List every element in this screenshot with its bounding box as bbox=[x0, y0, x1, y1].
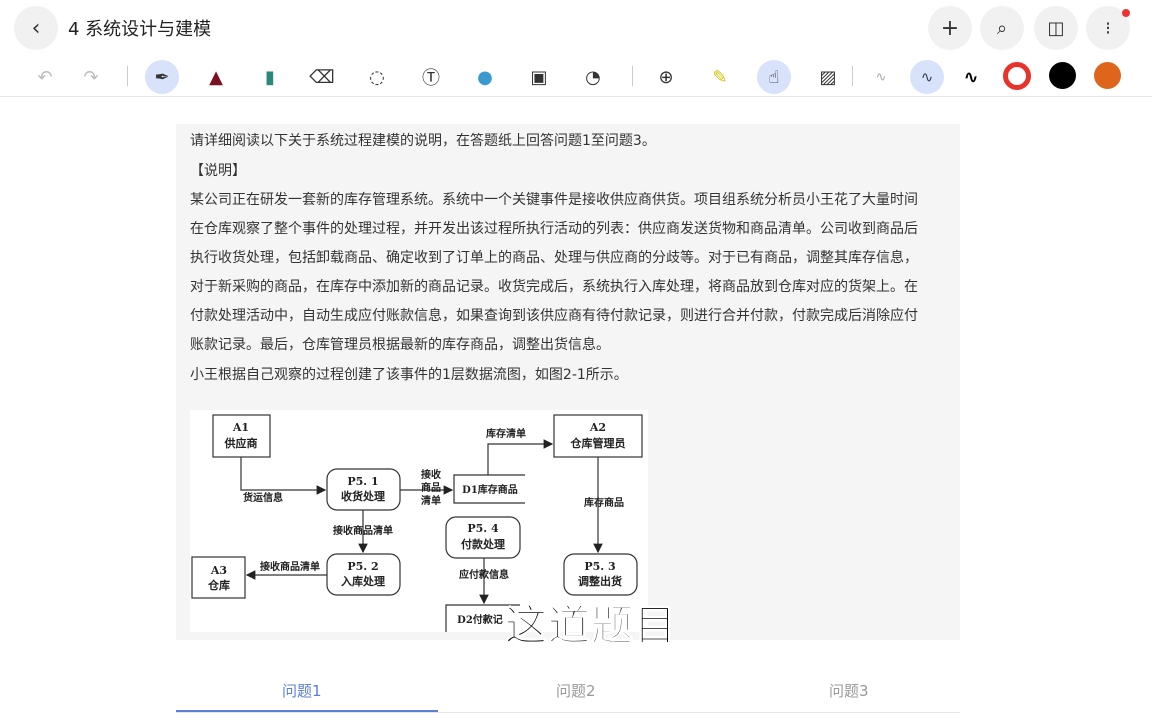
search-icon: ⌕ bbox=[996, 17, 1008, 39]
flow-label: 接收商品清单 bbox=[333, 524, 393, 537]
redo-button[interactable]: ↷ bbox=[74, 60, 108, 94]
p52-name: 入库处理 bbox=[341, 574, 385, 588]
video-subtitle: 这道题目 bbox=[504, 601, 678, 651]
stroke-thick[interactable]: ∿ bbox=[954, 60, 988, 94]
description-line: 账款记录。最后，仓库管理员根据最新的库存商品，调整出货信息。 bbox=[190, 337, 610, 353]
zoom-tool[interactable]: ⊕ bbox=[649, 60, 683, 94]
zoom-in-icon: ⊕ bbox=[658, 66, 674, 88]
stroke-thin-icon: ∿ bbox=[875, 69, 887, 85]
a3-id: A3 bbox=[210, 564, 227, 577]
lasso-icon: ◌ bbox=[369, 66, 385, 88]
flow-label: 商品 bbox=[421, 481, 441, 494]
p53-id: P5. 3 bbox=[584, 560, 615, 573]
flow-label: 库存商品 bbox=[584, 496, 624, 509]
pattern-icon: ▨ bbox=[819, 66, 837, 88]
description-line: 执行收货处理，包括卸载商品、确定收到了订单上的商品、处理与供应商的分歧等。对于已… bbox=[190, 250, 918, 266]
flow-label: 接收商品清单 bbox=[260, 560, 320, 573]
laser-tool[interactable]: ✎ bbox=[703, 60, 737, 94]
add-button[interactable]: + bbox=[928, 6, 972, 50]
p51-id: P5. 1 bbox=[347, 475, 378, 488]
highlighter-tool[interactable]: ▮ bbox=[253, 60, 287, 94]
p53-name: 调整出货 bbox=[578, 574, 622, 588]
tab-question-1[interactable]: 问题1 bbox=[282, 680, 322, 701]
description-line: 小王根据自己观察的过程创建了该事件的1层数据流图，如图2-1所示。 bbox=[190, 367, 628, 383]
marker-icon: ▲ bbox=[209, 66, 223, 88]
d2-label: D2付款记 bbox=[457, 613, 503, 626]
p54-id: P5. 4 bbox=[467, 522, 499, 535]
d1-label: D1库存商品 bbox=[462, 483, 518, 496]
pen-icon: ✒ bbox=[154, 66, 170, 88]
sticker-tool[interactable]: ◔ bbox=[576, 60, 610, 94]
hand-draw-tool[interactable]: ☝ bbox=[757, 60, 791, 94]
text-tool[interactable]: Ⓣ bbox=[414, 60, 448, 94]
search-button[interactable]: ⌕ bbox=[980, 6, 1024, 50]
divider bbox=[852, 66, 853, 86]
sidebar-icon: ◫ bbox=[1047, 17, 1065, 39]
a1-id: A1 bbox=[232, 421, 249, 434]
a3-name: 仓库 bbox=[207, 578, 230, 592]
stroke-thin[interactable]: ∿ bbox=[864, 60, 898, 94]
tab-question-2[interactable]: 问题2 bbox=[556, 680, 596, 701]
image-tool[interactable]: ▣ bbox=[522, 60, 556, 94]
a2-id: A2 bbox=[589, 421, 606, 434]
a2-name: 仓库管理员 bbox=[570, 436, 626, 450]
chevron-left-icon: ‹ bbox=[31, 15, 41, 41]
flow-label: 应付款信息 bbox=[459, 568, 509, 581]
lasso-tool[interactable]: ◌ bbox=[360, 60, 394, 94]
page-title: 4 系统设计与建模 bbox=[68, 19, 212, 40]
eraser-tool[interactable]: ⌫ bbox=[305, 60, 339, 94]
stroke-medium[interactable]: ∿ bbox=[910, 60, 944, 94]
highlighter-icon: ▮ bbox=[265, 66, 275, 88]
tab-question-3[interactable]: 问题3 bbox=[829, 680, 869, 701]
flow-label: 库存清单 bbox=[486, 427, 526, 440]
eraser-icon: ⌫ bbox=[309, 66, 335, 88]
back-button[interactable]: ‹ bbox=[14, 6, 58, 50]
laser-icon: ✎ bbox=[712, 66, 728, 88]
stroke-thick-icon: ∿ bbox=[963, 66, 979, 88]
description-line: 付款处理活动中，自动生成应付账款信息，如果查询到该供应商有待付款记录，则进行合并… bbox=[190, 308, 918, 324]
tab-divider bbox=[176, 712, 960, 713]
undo-icon: ↶ bbox=[37, 66, 53, 88]
color-orange-swatch[interactable] bbox=[1094, 62, 1121, 89]
color-black-swatch[interactable] bbox=[1049, 62, 1076, 89]
divider bbox=[632, 66, 633, 86]
flow-label: 清单 bbox=[421, 494, 441, 507]
text-icon: Ⓣ bbox=[422, 68, 440, 89]
flow-label: 货运信息 bbox=[243, 491, 283, 504]
drawing-toolbar: ↶ ↷ ✒ ▲ ▮ ⌫ ◌ Ⓣ ● ▣ ◔ ⊕ ✎ ☝ ▨ ∿ ∿ ∿ bbox=[0, 56, 1152, 97]
plus-icon: + bbox=[940, 15, 960, 41]
image-icon: ▣ bbox=[530, 66, 548, 88]
color-red-swatch[interactable] bbox=[1003, 62, 1031, 90]
shape-tool[interactable]: ● bbox=[468, 60, 502, 94]
p51-name: 收货处理 bbox=[341, 489, 385, 503]
more-icon: ⁝ bbox=[1105, 17, 1111, 39]
marker-tool[interactable]: ▲ bbox=[199, 60, 233, 94]
p54-name: 付款处理 bbox=[461, 537, 505, 551]
pen-tool[interactable]: ✒ bbox=[145, 60, 179, 94]
redo-icon: ↷ bbox=[83, 66, 99, 88]
description-line: 在仓库观察了整个事件的处理过程，并开发出该过程所执行活动的列表：供应商发送货物和… bbox=[190, 221, 918, 237]
section-heading: 【说明】 bbox=[190, 163, 246, 179]
notification-dot bbox=[1122, 9, 1130, 17]
divider bbox=[127, 66, 128, 86]
flow-label: 接收 bbox=[421, 468, 441, 481]
description-line: 对于新采购的商品，在库存中添加新的商品记录。收货完成后，系统执行入库处理，将商品… bbox=[190, 279, 918, 295]
hand-draw-icon: ☝ bbox=[768, 66, 780, 88]
shape-icon: ● bbox=[477, 66, 493, 88]
instruction-text: 请详细阅读以下关于系统过程建模的说明，在答题纸上回答问题1至问题3。 bbox=[190, 133, 656, 149]
top-bar: ‹ 4 系统设计与建模 + ⌕ ◫ ⁝ bbox=[0, 0, 1152, 56]
sticker-icon: ◔ bbox=[585, 66, 601, 88]
stroke-medium-icon: ∿ bbox=[920, 68, 934, 86]
a1-name: 供应商 bbox=[224, 436, 258, 450]
p52-id: P5. 2 bbox=[347, 560, 378, 573]
description-line: 某公司正在研发一套新的库存管理系统。系统中一个关键事件是接收供应商供货。项目组系… bbox=[190, 192, 918, 208]
undo-button[interactable]: ↶ bbox=[28, 60, 62, 94]
panel-toggle-button[interactable]: ◫ bbox=[1034, 6, 1078, 50]
pattern-tool[interactable]: ▨ bbox=[811, 60, 845, 94]
